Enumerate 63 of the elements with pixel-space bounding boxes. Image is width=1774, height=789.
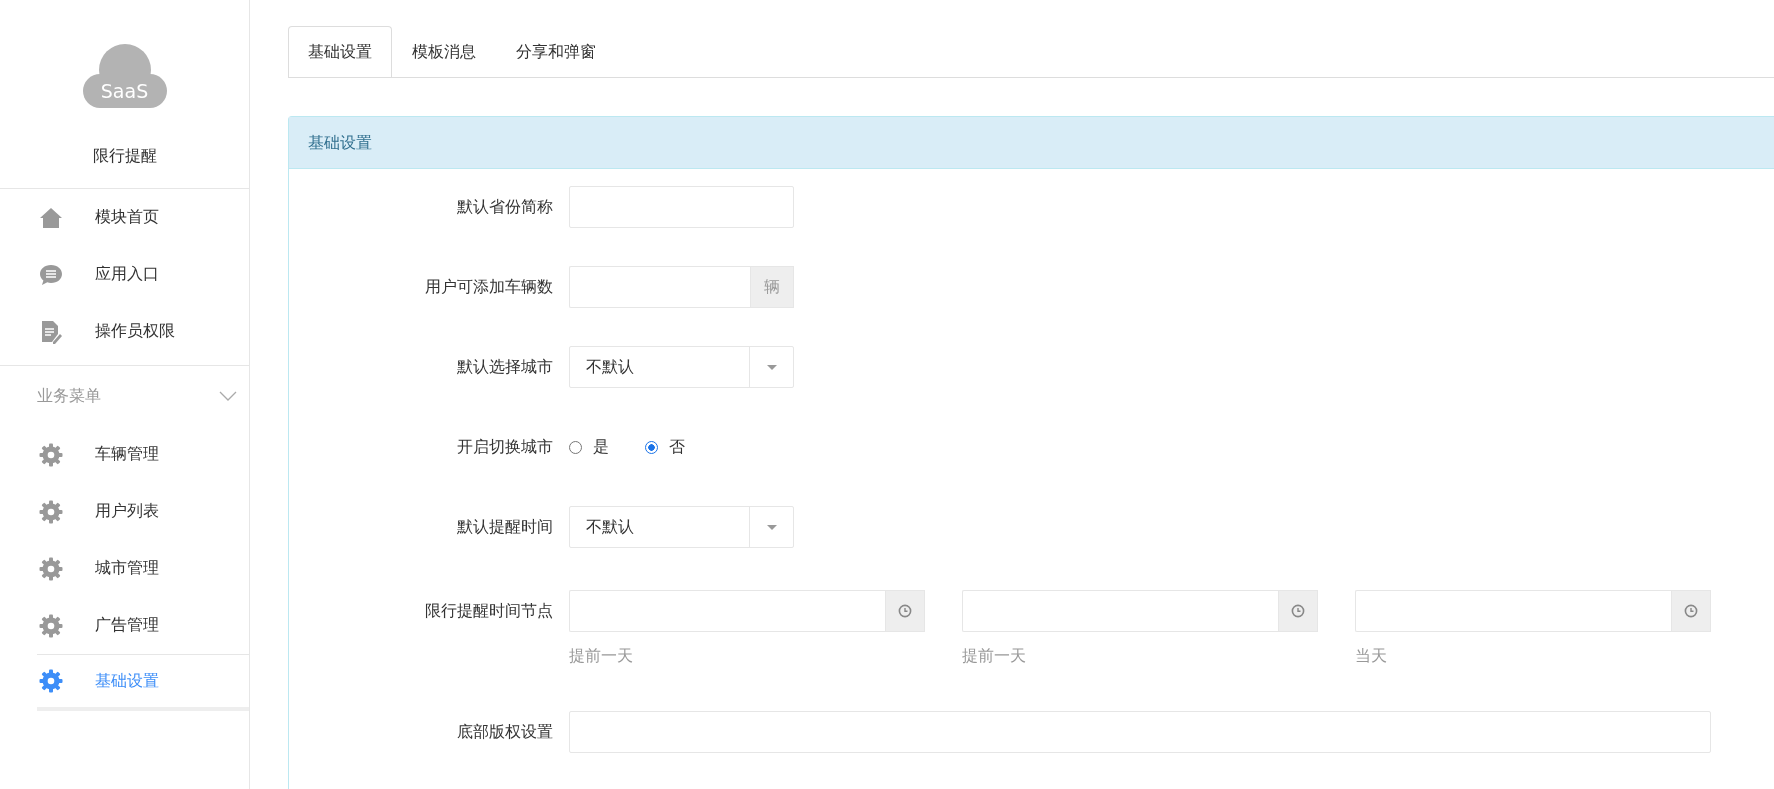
gear-icon [39, 442, 63, 467]
clock-icon [1684, 604, 1698, 618]
number-input[interactable] [569, 266, 750, 308]
help-text: 提前一天 [962, 646, 1027, 667]
field-label: 底部版权设置 [456, 721, 554, 743]
help-text: 当天 [1355, 646, 1388, 667]
help-text: 提前一天 [569, 646, 634, 667]
clock-addon[interactable] [1278, 590, 1318, 632]
menu-section-title: 业务菜单 [37, 385, 101, 407]
select-value: 不默认 [585, 516, 635, 538]
sidebar-item-label: 操作员权限 [95, 321, 175, 342]
time-input[interactable] [1355, 590, 1671, 632]
time-input[interactable] [569, 590, 885, 632]
sidebar-item-label: 用户列表 [95, 501, 159, 522]
sidebar-item-label: 车辆管理 [95, 444, 159, 465]
field-label: 用户可添加车辆数 [424, 276, 554, 298]
gear-icon [39, 556, 63, 581]
sidebar-item[interactable]: 城市管理 [37, 540, 249, 597]
sidebar-item-label: 模块首页 [95, 207, 159, 228]
home-icon [39, 205, 63, 230]
gear-icon [39, 613, 63, 638]
sidebar-item-label: 城市管理 [95, 558, 159, 579]
sidebar-item-label: 基础设置 [95, 670, 159, 692]
panel-header: 基础设置 [289, 117, 1774, 169]
chat-bubble-icon [39, 262, 63, 287]
text-input[interactable] [569, 186, 794, 228]
gear-icon [39, 669, 63, 693]
field-label: 默认提醒时间 [456, 516, 554, 538]
time-input[interactable] [962, 590, 1278, 632]
unit-addon: 辆 [750, 266, 794, 308]
field-label: 默认选择城市 [456, 356, 554, 378]
field-label: 默认省份简称 [456, 196, 554, 218]
text-input[interactable] [569, 711, 1711, 753]
app-name: 限行提醒 [92, 146, 157, 167]
clock-icon [898, 604, 912, 618]
tab[interactable]: 模板消息 [392, 26, 496, 77]
logo-text: SaaS [99, 80, 150, 102]
radio-label: 否 [669, 436, 685, 458]
gear-icon [39, 499, 63, 524]
sidebar-item[interactable]: 广告管理 [37, 597, 249, 654]
sidebar-item[interactable]: 应用入口 [0, 246, 249, 303]
field-label: 限行提醒时间节点 [424, 600, 554, 622]
document-edit-icon [39, 319, 63, 344]
tab[interactable]: 基础设置 [288, 26, 392, 77]
radio-label: 是 [593, 436, 609, 458]
sidebar-item[interactable]: 模块首页 [0, 189, 249, 246]
clock-icon [1291, 604, 1305, 618]
chevron-icon [219, 391, 237, 401]
field-label: 开启切换城市 [456, 436, 554, 458]
radio-button[interactable] [645, 440, 658, 454]
select-dropdown[interactable]: 不默认 [569, 346, 794, 388]
select-dropdown[interactable]: 不默认 [569, 506, 794, 548]
clock-addon[interactable] [885, 590, 925, 632]
sidebar-item-label: 应用入口 [95, 264, 159, 285]
select-value: 不默认 [585, 356, 635, 378]
sidebar-item[interactable]: 操作员权限 [0, 303, 249, 360]
sidebar-item[interactable]: 用户列表 [37, 483, 249, 540]
clock-addon[interactable] [1671, 590, 1711, 632]
caret-icon [765, 523, 778, 531]
sidebar-item-label: 广告管理 [95, 615, 159, 636]
caret-icon [765, 363, 778, 371]
tab[interactable]: 分享和弹窗 [496, 26, 616, 77]
sidebar-item[interactable]: 车辆管理 [37, 426, 249, 483]
